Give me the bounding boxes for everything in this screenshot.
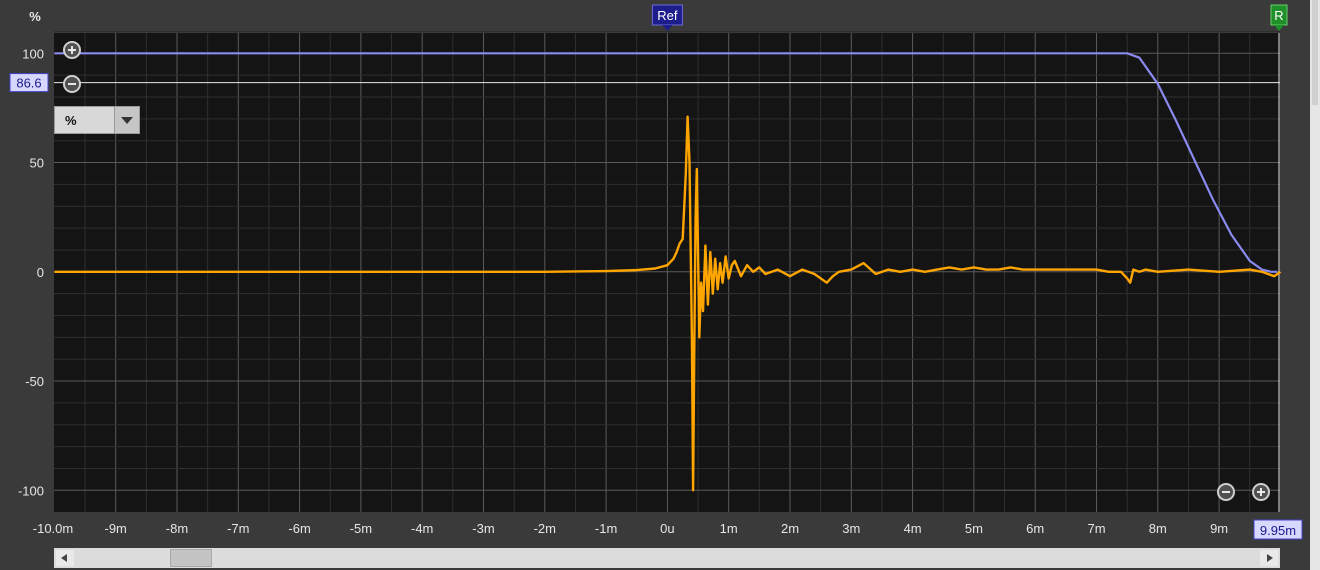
x-tick-label: -3m <box>472 521 494 536</box>
x-tick-label: 3m <box>842 521 860 536</box>
vertical-scrollbar[interactable] <box>1310 0 1320 570</box>
x-tick-label: 0u <box>660 521 674 536</box>
unit-dropdown-value: % <box>65 113 77 128</box>
y-unit-label: % <box>29 9 41 24</box>
x-tick-label: -9m <box>105 521 127 536</box>
x-tick-label: 8m <box>1149 521 1167 536</box>
horizontal-scrollbar[interactable] <box>54 548 1280 568</box>
x-tick-label: 9m <box>1210 521 1228 536</box>
x-tick-label: -7m <box>227 521 249 536</box>
x-tick-label: -1m <box>595 521 617 536</box>
y-tick-label: 50 <box>30 156 44 171</box>
x-cursor-value: 9.95m <box>1260 523 1296 538</box>
x-tick-label: 2m <box>781 521 799 536</box>
ref-marker-pointer <box>662 25 673 31</box>
x-tick-label: 4m <box>904 521 922 536</box>
x-tick-label: -4m <box>411 521 433 536</box>
y-tick-label: 100 <box>22 46 44 61</box>
y-tick-label: -50 <box>25 374 44 389</box>
y-zoom-out-button[interactable] <box>63 75 81 93</box>
unit-dropdown[interactable]: % <box>54 106 140 134</box>
scroll-right-arrow-icon[interactable] <box>1260 550 1278 566</box>
y-zoom-in-button[interactable] <box>63 41 81 59</box>
vertical-scrollbar-thumb[interactable] <box>1312 0 1318 105</box>
x-tick-label: -2m <box>534 521 556 536</box>
x-tick-label: -5m <box>350 521 372 536</box>
impulse-response-panel: 100 50 0 -50 -100 -10.0m -9m -8m -7m -6m -5m -4m -3m… <box>0 0 1320 570</box>
x-zoom-in-button[interactable] <box>1252 483 1270 501</box>
x-tick-label: -6m <box>288 521 310 536</box>
x-tick-label: 6m <box>1026 521 1044 536</box>
x-zoom-out-button[interactable] <box>1217 483 1235 501</box>
scrollbar-thumb[interactable] <box>170 549 212 567</box>
y-cursor-value: 86.6 <box>16 76 41 91</box>
scroll-left-arrow-icon[interactable] <box>56 550 74 566</box>
r-marker-pointer <box>1274 25 1284 31</box>
x-tick-label: 1m <box>720 521 738 536</box>
ref-marker-label: Ref <box>657 8 678 23</box>
x-tick-label: -10.0m <box>33 521 73 536</box>
impulse-chart[interactable]: 100 50 0 -50 -100 -10.0m -9m -8m -7m -6m -5m -4m -3m… <box>0 0 1320 570</box>
y-tick-label: -100 <box>18 483 44 498</box>
x-tick-label: 5m <box>965 521 983 536</box>
x-tick-label: -8m <box>166 521 188 536</box>
chevron-down-icon[interactable] <box>114 107 139 133</box>
r-marker-label: R <box>1274 8 1283 23</box>
y-tick-label: 0 <box>37 265 44 280</box>
x-tick-label: 7m <box>1087 521 1105 536</box>
